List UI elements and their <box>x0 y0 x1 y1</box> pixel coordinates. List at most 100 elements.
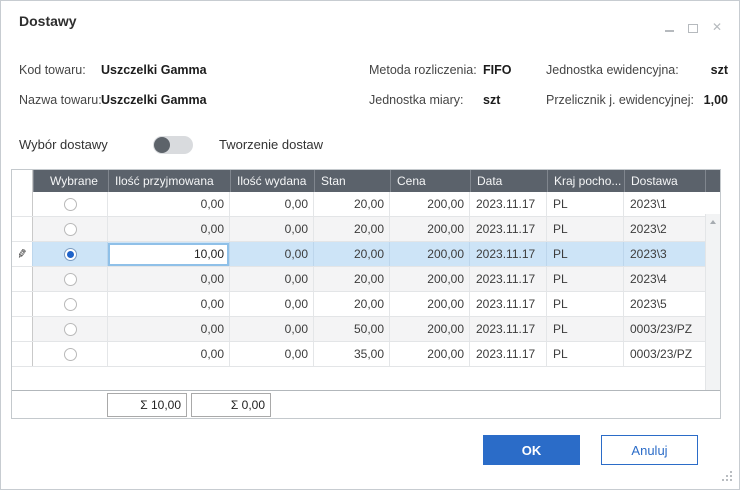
table-cell: 0,00 <box>230 292 314 316</box>
row-radio[interactable] <box>64 348 77 361</box>
table-cell: 200,00 <box>390 342 470 366</box>
maximize-button[interactable] <box>687 21 699 33</box>
ok-button[interactable]: OK <box>483 435 580 465</box>
table-cell: 35,00 <box>314 342 390 366</box>
table-row[interactable]: 0,000,0020,00200,002023.11.17PL2023\1 <box>12 192 720 217</box>
vertical-scrollbar[interactable] <box>705 214 720 390</box>
table-cell: 0,00 <box>230 217 314 241</box>
nazwa-towaru-label: Nazwa towaru: <box>19 93 102 107</box>
wybrane-cell <box>33 292 108 316</box>
row-indicator-cell <box>12 317 33 341</box>
scroll-up-icon[interactable] <box>710 220 716 224</box>
sum-ilosc-wydana: Σ 0,00 <box>191 393 271 417</box>
cancel-button[interactable]: Anuluj <box>601 435 698 465</box>
table-cell: 20,00 <box>314 242 390 266</box>
column-header[interactable]: Wybrane <box>33 170 108 192</box>
table-body: 0,000,0020,00200,002023.11.17PL2023\10,0… <box>12 192 720 390</box>
table-cell: 2023.11.17 <box>470 292 547 316</box>
column-header[interactable]: Data <box>470 170 547 192</box>
row-radio[interactable] <box>64 273 77 286</box>
ilosc-przyjmowana-input[interactable] <box>108 243 229 266</box>
minimize-icon <box>665 30 674 32</box>
column-header[interactable]: Ilość wydana <box>230 170 314 192</box>
column-header[interactable]: Ilość przyjmowana <box>108 170 230 192</box>
table-cell: 0,00 <box>230 242 314 266</box>
przelicznik-field: Przelicznik j. ewidencyjnej: 1,00 <box>546 93 728 107</box>
table-cell: 200,00 <box>390 242 470 266</box>
row-indicator-cell <box>12 192 33 216</box>
close-icon: ✕ <box>712 21 722 33</box>
indicator-column-header <box>12 170 33 192</box>
minimize-button[interactable] <box>663 21 675 33</box>
table-cell: 2023.11.17 <box>470 217 547 241</box>
row-radio[interactable] <box>64 323 77 336</box>
table-cell: 0,00 <box>108 217 230 241</box>
table-cell: 2023.11.17 <box>470 192 547 216</box>
table-row[interactable]: ✎0,0020,00200,002023.11.17PL2023\3 <box>12 242 720 267</box>
table-cell: 0,00 <box>108 342 230 366</box>
sum-ilosc-przyjmowana: Σ 10,00 <box>107 393 187 417</box>
column-header[interactable]: Kraj pocho... <box>547 170 624 192</box>
table-cell: 0,00 <box>230 267 314 291</box>
column-header[interactable]: Stan <box>314 170 390 192</box>
row-indicator-cell <box>12 342 33 366</box>
table-cell: 20,00 <box>314 192 390 216</box>
column-header[interactable]: Cena <box>390 170 470 192</box>
row-radio[interactable] <box>64 223 77 236</box>
table-row[interactable]: 0,000,0050,00200,002023.11.17PL0003/23/P… <box>12 317 720 342</box>
row-radio-selected[interactable] <box>64 248 77 261</box>
close-button[interactable]: ✕ <box>711 21 723 33</box>
table-cell: 20,00 <box>314 267 390 291</box>
delivery-mode-toggle[interactable] <box>153 136 193 154</box>
table-cell: PL <box>547 192 624 216</box>
row-radio[interactable] <box>64 298 77 311</box>
table-footer: Σ 10,00 Σ 0,00 <box>12 390 720 418</box>
deliveries-table: WybraneIlość przyjmowanaIlość wydanaStan… <box>11 169 721 419</box>
edit-pencil-icon: ✎ <box>16 247 28 261</box>
table-cell: 0,00 <box>230 317 314 341</box>
table-cell: 0,00 <box>108 192 230 216</box>
table-cell: 0,00 <box>230 342 314 366</box>
row-indicator-cell <box>12 267 33 291</box>
table-cell: 2023.11.17 <box>470 242 547 266</box>
row-indicator-cell <box>12 217 33 241</box>
table-row[interactable]: 0,000,0020,00200,002023.11.17PL2023\5 <box>12 292 720 317</box>
table-cell <box>108 242 230 266</box>
row-radio[interactable] <box>64 198 77 211</box>
table-row[interactable]: 0,000,0035,00200,002023.11.17PL0003/23/P… <box>12 342 720 367</box>
przelicznik-value: 1,00 <box>704 93 728 107</box>
wybrane-cell <box>33 242 108 266</box>
table-cell: 2023.11.17 <box>470 342 547 366</box>
table-cell: PL <box>547 267 624 291</box>
table-cell: 2023\1 <box>624 192 720 216</box>
table-cell: 0,00 <box>108 292 230 316</box>
table-cell: 0,00 <box>108 267 230 291</box>
table-cell: 2023.11.17 <box>470 317 547 341</box>
table-cell: PL <box>547 242 624 266</box>
table-header: WybraneIlość przyjmowanaIlość wydanaStan… <box>12 170 720 192</box>
table-cell: 0,00 <box>108 317 230 341</box>
dialog-title: Dostawy <box>19 13 77 29</box>
kod-towaru-value: Uszczelki Gamma <box>101 63 207 77</box>
header-filler <box>705 170 720 192</box>
toggle-left-label: Wybór dostawy <box>19 137 108 152</box>
wybrane-cell <box>33 267 108 291</box>
table-cell: PL <box>547 317 624 341</box>
table-cell: 200,00 <box>390 292 470 316</box>
resize-grip-icon[interactable] <box>722 471 734 483</box>
table-row[interactable]: 0,000,0020,00200,002023.11.17PL2023\2 <box>12 217 720 242</box>
jednostka-miary-value: szt <box>483 93 500 107</box>
table-cell: 200,00 <box>390 217 470 241</box>
table-cell: PL <box>547 292 624 316</box>
table-row[interactable]: 0,000,0020,00200,002023.11.17PL2023\4 <box>12 267 720 292</box>
table-cell: 20,00 <box>314 292 390 316</box>
jednostka-ewidencyjna-value: szt <box>711 63 728 77</box>
table-cell: 200,00 <box>390 317 470 341</box>
table-cell: 20,00 <box>314 217 390 241</box>
wybrane-cell <box>33 342 108 366</box>
table-cell: 0,00 <box>230 192 314 216</box>
column-header[interactable]: Dostawa <box>624 170 705 192</box>
toggle-knob <box>154 137 170 153</box>
table-cell: 200,00 <box>390 192 470 216</box>
table-cell: PL <box>547 342 624 366</box>
